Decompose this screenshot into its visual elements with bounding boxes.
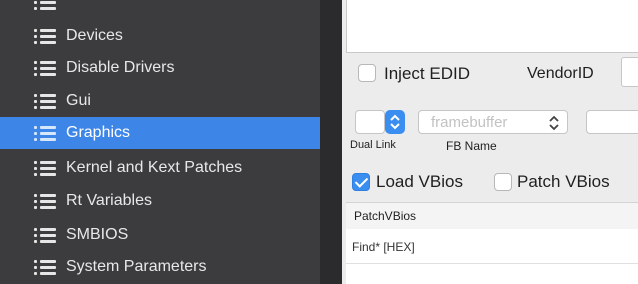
patch-vbios-checkbox[interactable] — [494, 173, 512, 191]
chevron-up-down-icon — [390, 114, 400, 130]
fb-name-popup[interactable]: framebuffer — [418, 110, 568, 134]
fb-name-label: FB Name — [446, 139, 497, 153]
sidebar-item-label: SMBIOS — [66, 226, 129, 243]
list-icon — [34, 125, 56, 141]
list-icon — [34, 0, 56, 10]
graphics-settings-panel: Inject EDID VendorID Dual Link framebuff… — [342, 0, 638, 284]
sidebar-item-devices[interactable]: Devices — [0, 20, 320, 52]
list-icon — [34, 93, 56, 109]
sidebar-item-label: Devices — [66, 27, 123, 44]
table-divider — [346, 263, 638, 264]
list-icon — [34, 60, 56, 76]
find-hex-column-header[interactable]: Find* [HEX] — [352, 240, 415, 254]
fb-value-field[interactable] — [586, 110, 638, 134]
patch-vbios-table[interactable]: Find* [HEX] — [346, 229, 638, 284]
sidebar-item-rt-variables[interactable]: Rt Variables — [0, 185, 320, 217]
settings-sidebar: Devices Disable Drivers Gui Graphics Ker… — [0, 0, 320, 284]
sidebar-item-label: Rt Variables — [66, 192, 152, 209]
inject-edid-label: Inject EDID — [384, 64, 470, 83]
list-icon — [34, 193, 56, 209]
sidebar-item-kernel-and-kext-patches[interactable]: Kernel and Kext Patches — [0, 152, 320, 184]
vendor-id-label: VendorID — [527, 65, 594, 82]
load-vbios-checkbox[interactable] — [352, 173, 370, 191]
list-icon — [34, 227, 56, 243]
patch-vbios-section-header: PatchVBios — [346, 202, 638, 230]
dual-link-stepper[interactable] — [385, 110, 405, 134]
inject-edid-checkbox[interactable] — [358, 64, 376, 82]
sidebar-item-gui[interactable]: Gui — [0, 85, 320, 117]
sidebar-item-disable-drivers[interactable]: Disable Drivers — [0, 52, 320, 84]
dual-link-label: Dual Link — [350, 139, 396, 151]
patch-vbios-label: Patch VBios — [517, 172, 610, 191]
top-text-area[interactable] — [346, 0, 638, 53]
sidebar-item-label: Kernel and Kext Patches — [66, 159, 243, 176]
sidebar-item-label: Disable Drivers — [66, 59, 175, 76]
sidebar-item-smbios[interactable]: SMBIOS — [0, 219, 320, 251]
sidebar-item-graphics[interactable]: Graphics — [0, 117, 320, 149]
sidebar-item-label: Gui — [66, 92, 91, 109]
sidebar-item-label: Graphics — [66, 124, 131, 141]
patch-vbios-section-title: PatchVBios — [354, 209, 417, 223]
load-vbios-label: Load VBios — [376, 172, 463, 191]
sidebar-item-label: System Parameters — [66, 258, 207, 275]
vendor-id-field[interactable] — [621, 57, 638, 87]
fb-name-placeholder: framebuffer — [431, 114, 508, 131]
list-icon — [34, 259, 56, 275]
list-icon — [34, 28, 56, 44]
chevron-up-down-icon — [549, 115, 559, 131]
sidebar-item-partial[interactable] — [0, 0, 320, 18]
dual-link-popup[interactable] — [355, 110, 385, 134]
split-view-divider[interactable] — [320, 0, 342, 284]
sidebar-item-system-parameters[interactable]: System Parameters — [0, 251, 320, 283]
list-icon — [34, 160, 56, 176]
